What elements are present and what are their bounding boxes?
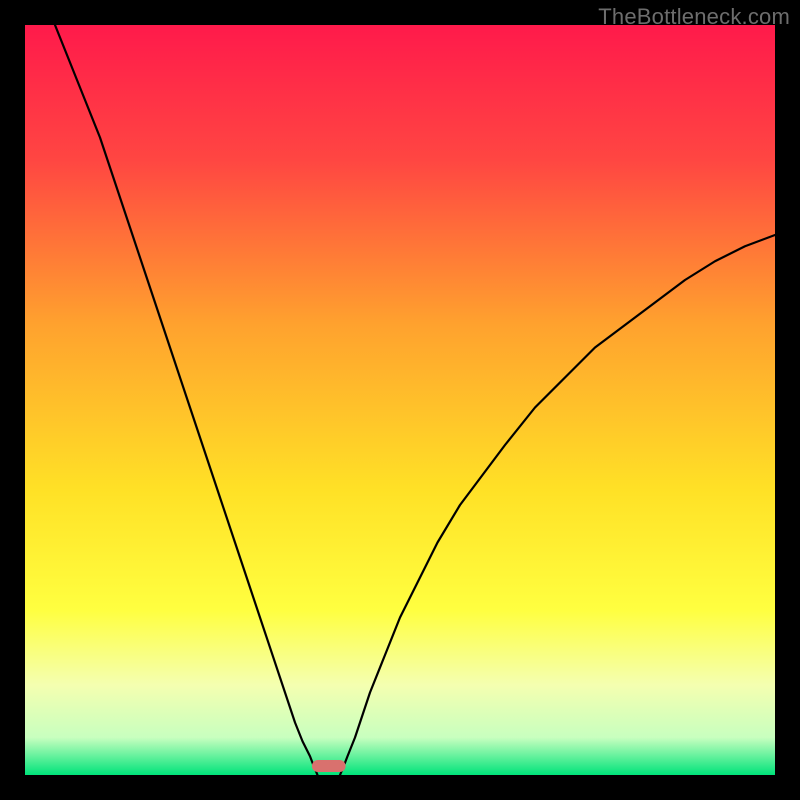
bottleneck-marker xyxy=(312,760,346,772)
watermark-text: TheBottleneck.com xyxy=(598,4,790,30)
gradient-background xyxy=(25,25,775,775)
plot-area xyxy=(25,25,775,775)
outer-frame: TheBottleneck.com xyxy=(0,0,800,800)
chart-svg xyxy=(25,25,775,775)
